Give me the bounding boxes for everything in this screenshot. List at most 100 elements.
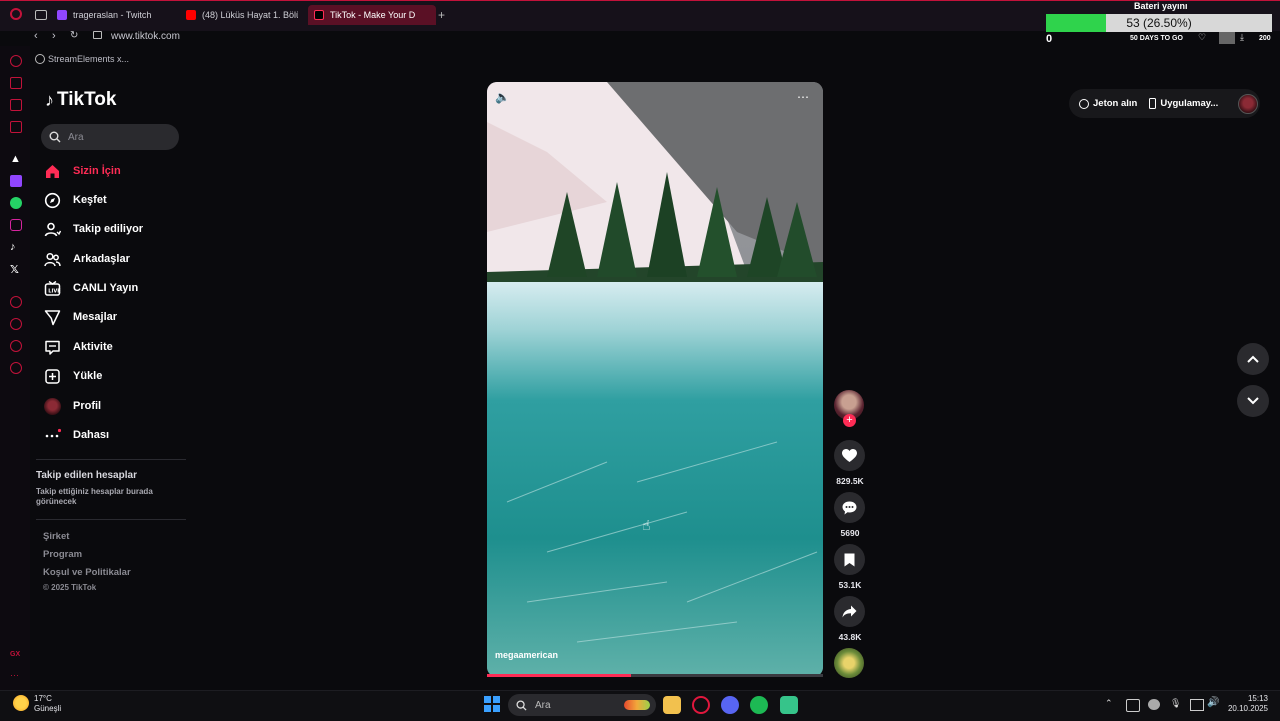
svg-text:LIVE: LIVE [48,288,61,294]
tab-tiktok[interactable]: TikTok - Make Your D [308,5,436,25]
display-icon[interactable] [1190,699,1204,711]
player-icon[interactable] [10,99,22,111]
tab-youtube[interactable]: (48) Lüküs Hayat 1. Bölüm [186,5,298,25]
start-tile [492,696,500,704]
temperature: 17°C [34,694,52,703]
discord-icon[interactable] [721,696,739,714]
url-field[interactable]: www.tiktok.com [111,31,180,42]
weather-widget[interactable]: 17°C Güneşli [34,694,61,714]
x-icon[interactable]: 𝕏 [10,263,22,276]
opera-logo-icon[interactable] [10,8,22,20]
volume-icon[interactable]: 🔊 [1207,697,1219,708]
windows-start-icon[interactable] [484,696,500,712]
get-coins-button[interactable]: Jeton alın [1079,98,1137,109]
footer-link-company[interactable]: Şirket [43,531,69,542]
divider [36,459,186,460]
whatsapp-icon[interactable] [10,197,22,209]
overlay-progress-bar: 53 (26.50%) [1046,14,1272,32]
search-input[interactable]: Ara [41,124,179,150]
heart-icon [842,448,857,462]
twitch-icon[interactable] [10,175,22,187]
following-icon [44,222,61,236]
forward-icon[interactable]: › [52,30,56,42]
footer-link-terms[interactable]: Koşul ve Politikalar [43,567,131,578]
video-player[interactable]: 🔈 ⋯ [487,82,823,677]
save-count: 53.1K [838,580,862,590]
like-count: 829.5K [836,476,864,486]
speed-dial-icon[interactable] [10,55,22,67]
messenger-icon[interactable] [10,121,22,133]
reload-icon[interactable]: ↻ [70,30,78,41]
share-button[interactable] [834,596,865,627]
aria-icon[interactable] [10,77,22,89]
nav-profile[interactable]: Profil [44,392,194,420]
tray-cloud-icon[interactable] [1148,699,1160,710]
gx-icon[interactable]: GX [10,651,22,663]
arrow-icon[interactable]: ▲ [10,153,22,165]
chevron-down-icon [1247,397,1259,405]
nav-upload[interactable]: Yükle [44,362,194,390]
nav-following[interactable]: Takip ediliyor [44,215,194,243]
overlay-percent: 53 (26.50%) [1126,16,1192,30]
weather-sun-icon[interactable] [13,695,29,711]
chevron-up-icon [1247,355,1259,363]
music-disc-icon[interactable] [834,648,864,678]
bookmark-streamelements[interactable]: StreamElements x... [48,54,129,64]
taskbar-search[interactable]: Ara [508,694,656,716]
previous-video-button[interactable] [1237,343,1269,375]
nav-for-you[interactable]: Sizin İçin [44,157,194,185]
next-video-button[interactable] [1237,385,1269,417]
comment-button[interactable] [834,492,865,523]
save-button[interactable] [834,544,865,575]
nav-label: Sizin İçin [73,165,121,177]
more-rail-icon[interactable]: ··· [10,670,22,682]
overlay-title: Bateri yayını [1134,1,1188,11]
follow-plus-icon[interactable]: + [843,414,856,427]
tab-twitch[interactable]: trageraslan - Twitch [57,5,177,25]
tiktok-icon[interactable]: ♪ [10,241,22,253]
history-icon[interactable] [10,318,22,330]
back-icon[interactable]: ‹ [34,30,38,42]
youtube-icon [186,10,196,20]
pinboard-icon[interactable] [10,340,22,352]
file-explorer-icon[interactable] [663,696,681,714]
heart-outline-icon[interactable]: ♡ [1198,32,1206,43]
nav-live[interactable]: LIVE CANLI Yayın [44,274,194,302]
tray-chevron-up-icon[interactable]: ⌃ [1105,698,1113,709]
nav-activity[interactable]: Aktivite [44,333,194,361]
nav-label: Takip ediliyor [73,223,144,235]
opera-gx-taskbar-icon[interactable] [692,696,710,714]
weather-condition: Güneşli [34,704,62,713]
play-icon[interactable] [10,296,22,308]
options-icon[interactable]: ⋯ [797,90,809,104]
coin-icon [1079,98,1089,109]
spotify-icon[interactable] [750,696,768,714]
followed-accounts-text: Takip ettiğiniz hesaplar burada görünece… [36,487,153,506]
video-author[interactable]: megaamerican [495,650,558,660]
settings-icon[interactable] [10,362,22,374]
mute-icon[interactable]: 🔈 [495,90,510,104]
footer-link-program[interactable]: Program [43,549,82,560]
video-progress-bar[interactable] [487,674,823,677]
clock[interactable]: 15:13 20.10.2025 [1224,694,1268,714]
nav-more[interactable]: Dahası [44,421,194,449]
nav-label: CANLI Yayın [73,282,139,294]
like-button[interactable] [834,440,865,471]
app-icon[interactable] [780,696,798,714]
tab-label: TikTok - Make Your D [330,10,416,20]
lock-icon [93,31,102,39]
download-icon[interactable]: ⤓ [1240,32,1244,43]
nav-friends[interactable]: Arkadaşlar [44,245,194,273]
instagram-icon[interactable] [10,219,22,231]
nav-messages[interactable]: Mesajlar [44,303,194,331]
tray-app-icon[interactable] [1126,699,1140,712]
tab-workspaces-icon[interactable] [35,10,47,20]
search-placeholder: Ara [68,131,84,143]
microphone-icon[interactable]: 🎙 [1170,698,1181,709]
get-app-button[interactable]: Uygulamay... [1149,98,1218,109]
start-tile [484,704,492,712]
tiktok-logo[interactable]: ♪ TikTok [45,89,116,111]
user-avatar[interactable] [1238,93,1259,114]
nav-explore[interactable]: Keşfet [44,186,194,214]
new-tab-button[interactable]: + [438,8,445,22]
